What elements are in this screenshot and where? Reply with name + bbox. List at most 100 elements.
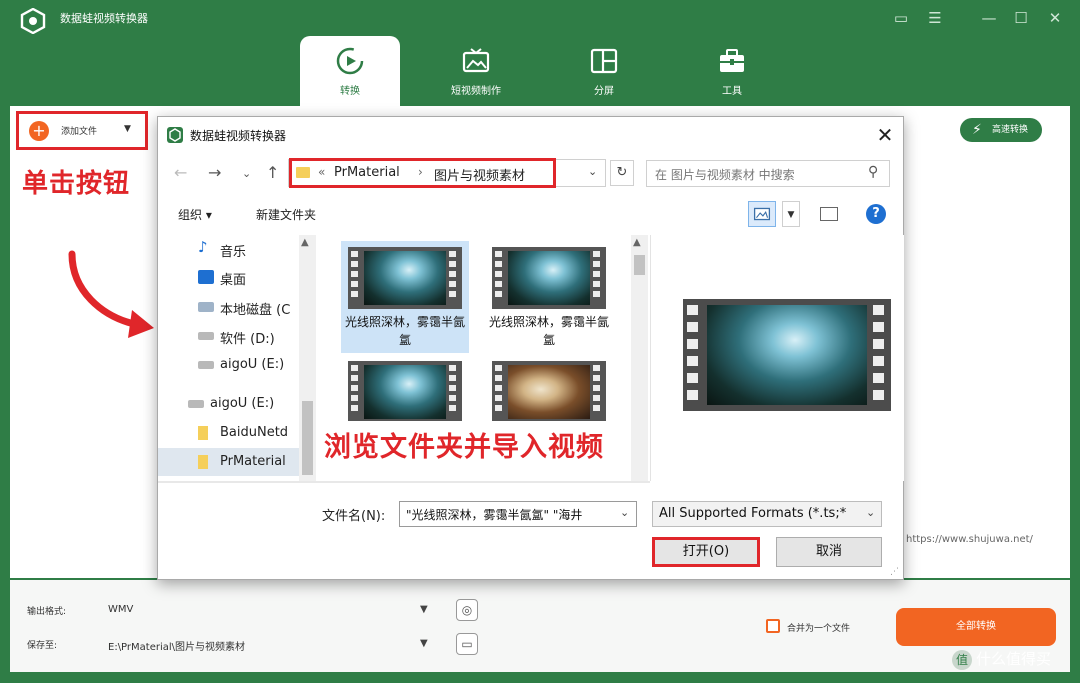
sidebar-item-drive-d[interactable]: 软件 (D:): [158, 322, 316, 350]
sidebar-scrollbar[interactable]: ▲: [299, 235, 316, 481]
sidebar-item-music[interactable]: ♪ 音乐: [158, 235, 316, 263]
site-logo-icon: 值: [952, 649, 972, 670]
sidebar-item-label: aigoU (E:): [220, 357, 285, 372]
toolbox-icon: [720, 49, 744, 72]
site-watermark-text: 什么值得买: [976, 650, 1052, 668]
tab-convert-label: 转换: [340, 86, 360, 97]
file-item[interactable]: [341, 355, 469, 421]
open-folder-icon[interactable]: ▭: [456, 633, 478, 655]
organize-button[interactable]: 组织 ▾: [178, 206, 212, 223]
preview-pane: [650, 235, 904, 481]
tab-convert[interactable]: 转换: [300, 36, 400, 106]
chevron-down-icon[interactable]: ▼: [420, 604, 428, 615]
save-to-label: 保存至:: [27, 641, 58, 651]
file-item[interactable]: 光线照深林，雾霭半氤氲: [341, 241, 469, 353]
format-settings-icon[interactable]: ◎: [456, 599, 478, 621]
annotation-browse-folder: 浏览文件夹并导入视频: [320, 425, 608, 464]
maximize-icon[interactable]: ☐: [1010, 7, 1032, 29]
preview-pane-icon[interactable]: [820, 207, 838, 221]
file-item[interactable]: [485, 355, 613, 421]
speed-convert-label: 高速转换: [992, 125, 1029, 135]
cancel-button[interactable]: 取消: [776, 537, 882, 567]
help-icon[interactable]: ?: [866, 204, 886, 224]
convert-icon: [336, 47, 364, 75]
chevron-down-icon[interactable]: ▼: [420, 638, 428, 649]
sidebar-item-drive-e-expanded[interactable]: aigoU (E:): [158, 390, 316, 418]
output-format-select[interactable]: WMV: [100, 597, 440, 623]
preview-thumbnail: [683, 299, 891, 411]
up-arrow-icon[interactable]: ↑: [266, 163, 279, 182]
sidebar-item-prmaterial[interactable]: PrMaterial: [158, 448, 316, 476]
search-input[interactable]: 在 图片与视频素材 中搜索: [646, 160, 890, 187]
refresh-icon[interactable]: ↻: [610, 160, 634, 186]
breadcrumb-prmaterial[interactable]: PrMaterial: [334, 165, 400, 180]
view-mode-button[interactable]: [748, 201, 776, 227]
chevron-down-icon[interactable]: ▼: [782, 201, 800, 227]
back-arrow-icon[interactable]: ←: [174, 163, 187, 182]
new-folder-button[interactable]: 新建文件夹: [256, 206, 316, 223]
file-type-select[interactable]: All Supported Formats (*.ts;*: [652, 501, 882, 527]
merge-label: 合并为一个文件: [787, 624, 851, 634]
add-file-button[interactable]: + 添加文件 ▼: [16, 111, 148, 150]
sidebar-item-label: 音乐: [220, 245, 247, 260]
video-thumbnail: [492, 361, 606, 421]
video-thumbnail: [492, 247, 606, 309]
minimize-icon[interactable]: —: [978, 7, 1000, 29]
annotation-arrow-icon: [68, 250, 154, 338]
feedback-icon[interactable]: ▭: [890, 7, 912, 29]
breadcrumb-separator-icon: ›: [418, 165, 423, 179]
tab-split-screen-label: 分屏: [594, 86, 614, 97]
tab-tools-label: 工具: [722, 86, 742, 97]
merge-checkbox[interactable]: [766, 619, 780, 633]
tab-tools[interactable]: 工具: [682, 36, 782, 106]
plus-icon: +: [29, 121, 49, 141]
folder-icon: [296, 167, 310, 178]
video-thumbnail: [348, 361, 462, 421]
menu-icon[interactable]: ☰: [924, 7, 946, 29]
speed-convert-button[interactable]: ⚡ 高速转换: [960, 118, 1042, 142]
scrollbar-thumb[interactable]: [302, 401, 313, 475]
tab-short-video[interactable]: 短视频制作: [426, 36, 526, 106]
sidebar-item-baidunetdisk[interactable]: BaiduNetd: [158, 419, 316, 447]
navigation-pane: ♪ 音乐 桌面 本地磁盘 (C 软件 (D:) aigoU (E:) aigoU…: [158, 235, 316, 481]
sidebar-item-local-disk-c[interactable]: 本地磁盘 (C: [158, 293, 316, 321]
convert-all-button[interactable]: 全部转换: [896, 608, 1056, 646]
sidebar-item-drive-e[interactable]: aigoU (E:): [158, 351, 316, 379]
chevron-down-icon[interactable]: ⌄: [620, 506, 629, 519]
close-icon[interactable]: ✕: [872, 122, 898, 148]
open-button[interactable]: 打开(O): [652, 537, 760, 567]
save-to-path[interactable]: E:\PrMaterial\图片与视频素材: [100, 631, 440, 657]
drive-icon: [198, 361, 214, 369]
app-header: 数据蛙视频转换器 ▭ ☰ — ☐ ✕ 转换 短视频制作 分屏 工具: [0, 0, 1080, 108]
lightning-icon: ⚡: [972, 122, 982, 138]
folder-icon: [198, 426, 208, 440]
sidebar-item-desktop[interactable]: 桌面: [158, 263, 316, 291]
search-icon[interactable]: ⚲: [868, 164, 878, 180]
forward-arrow-icon[interactable]: →: [208, 163, 221, 182]
app-title: 数据蛙视频转换器: [60, 12, 148, 25]
scrollbar-thumb[interactable]: [634, 255, 645, 275]
scroll-up-icon[interactable]: ▲: [633, 237, 641, 248]
sidebar-item-label: 本地磁盘 (C: [220, 303, 291, 318]
chevron-down-icon[interactable]: ▼: [124, 124, 131, 134]
tab-split-screen[interactable]: 分屏: [554, 36, 654, 106]
dialog-title: 数据蛙视频转换器: [190, 129, 287, 143]
file-item[interactable]: 光线照深林，雾霭半氤氲: [485, 241, 613, 353]
chevron-down-icon[interactable]: ⌄: [866, 506, 875, 519]
sidebar-item-label: 桌面: [220, 273, 247, 288]
sidebar-item-label: PrMaterial: [220, 454, 286, 469]
file-open-dialog: 数据蛙视频转换器 ✕ ← → ⌄ ↑ « PrMaterial › 图片与视频素…: [157, 116, 904, 580]
output-format-label: 输出格式:: [27, 607, 67, 617]
resize-grip-icon[interactable]: ⋰: [890, 567, 899, 577]
file-list-scrollbar[interactable]: ▲: [631, 235, 648, 481]
chevron-down-icon[interactable]: ⌄: [588, 165, 597, 178]
drive-icon: [198, 302, 214, 312]
window-close-icon[interactable]: ✕: [1044, 7, 1066, 29]
breadcrumb-current-folder[interactable]: 图片与视频素材: [434, 165, 525, 184]
horizontal-divider: [158, 481, 650, 483]
file-name-input[interactable]: "光线照深林，雾霭半氤氲" "海井: [399, 501, 637, 527]
sidebar-item-label: 软件 (D:): [220, 332, 275, 347]
view-thumbnail-icon: [753, 207, 771, 221]
recent-locations-icon[interactable]: ⌄: [242, 167, 251, 180]
scroll-up-icon[interactable]: ▲: [301, 237, 309, 248]
